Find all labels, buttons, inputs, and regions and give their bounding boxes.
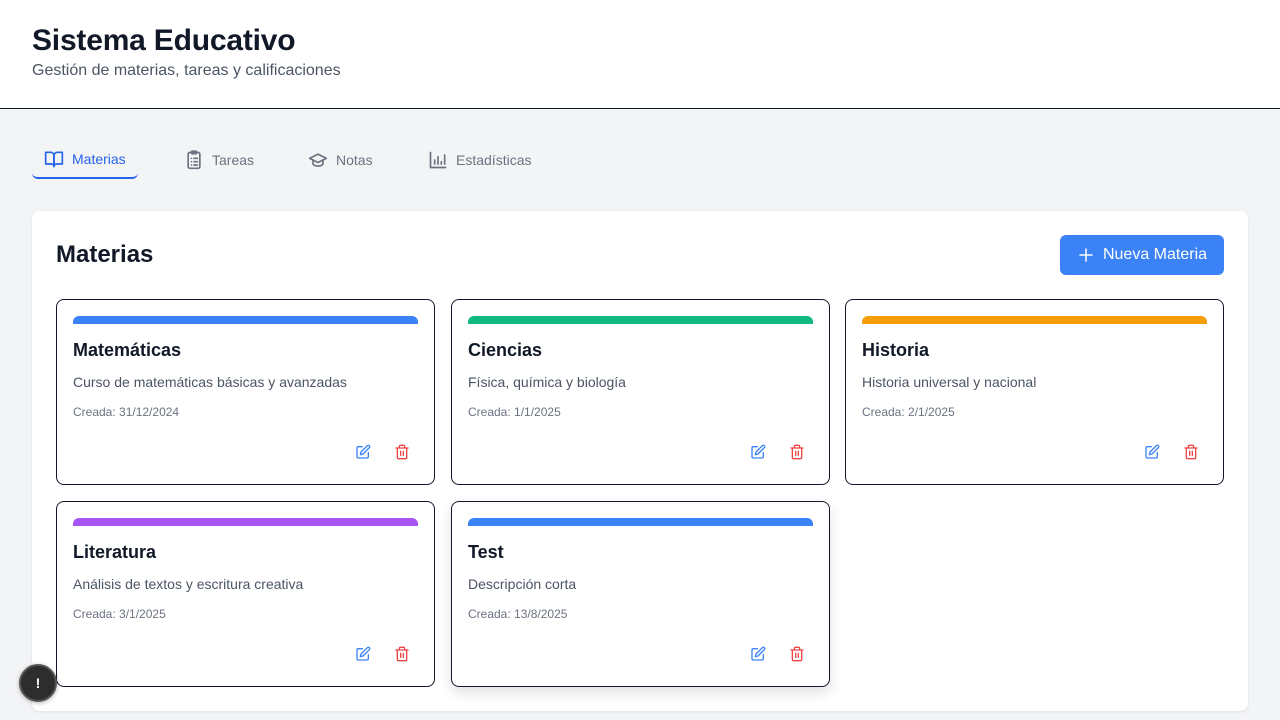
subject-name: Literatura [73, 542, 157, 562]
subject-description: Análisis de textos y escritura creativa [73, 576, 304, 592]
delete-button[interactable] [392, 442, 412, 462]
subject-description: Física, química y biología [468, 374, 626, 390]
subject-color-bar [73, 518, 418, 526]
trash-icon [789, 444, 805, 460]
graduation-cap-icon [308, 150, 328, 170]
bar-chart-icon [428, 150, 448, 170]
help-button[interactable]: ! [19, 664, 57, 702]
panel-title: Materias [56, 241, 154, 268]
subject-color-bar [73, 316, 418, 324]
edit-icon [750, 646, 766, 662]
subject-card: Matemáticas Curso de matemáticas básicas… [56, 299, 435, 485]
subject-card: Historia Historia universal y nacional C… [845, 299, 1224, 485]
subject-name: Test [468, 542, 504, 562]
new-subject-label: Nueva Materia [1102, 246, 1208, 263]
delete-button[interactable] [787, 442, 807, 462]
edit-button[interactable] [353, 644, 373, 664]
tab-label: Notas [336, 151, 373, 168]
edit-icon [355, 444, 371, 460]
plus-icon [1077, 246, 1095, 264]
trash-icon [394, 444, 410, 460]
edit-icon [750, 444, 766, 460]
edit-icon [355, 646, 371, 662]
app-title: Sistema Educativo [32, 24, 296, 57]
subject-created-date: Creada: 31/12/2024 [73, 405, 180, 419]
subject-description: Historia universal y nacional [862, 374, 1037, 390]
tab-materias[interactable]: Materias [32, 140, 138, 179]
edit-button[interactable] [748, 442, 768, 462]
app-subtitle: Gestión de materias, tareas y calificaci… [32, 62, 341, 79]
edit-button[interactable] [748, 644, 768, 664]
new-subject-button[interactable]: Nueva Materia [1060, 235, 1224, 275]
subject-color-bar [468, 316, 813, 324]
subject-card: Ciencias Física, química y biología Crea… [451, 299, 830, 485]
book-open-icon [44, 149, 64, 169]
exclamation-icon: ! [35, 675, 41, 691]
tab-notas[interactable]: Notas [296, 140, 385, 179]
trash-icon [394, 646, 410, 662]
tab-tareas[interactable]: Tareas [172, 140, 266, 179]
subject-name: Matemáticas [73, 340, 182, 360]
subject-description: Descripción corta [468, 576, 577, 592]
delete-button[interactable] [787, 644, 807, 664]
tab-label: Tareas [212, 151, 255, 168]
clipboard-list-icon [184, 149, 204, 170]
subject-created-date: Creada: 3/1/2025 [73, 607, 166, 621]
trash-icon [789, 646, 805, 662]
subject-created-date: Creada: 13/8/2025 [468, 607, 568, 621]
tab-estadisticas[interactable]: Estadísticas [416, 140, 543, 179]
edit-button[interactable] [353, 442, 373, 462]
subject-created-date: Creada: 2/1/2025 [862, 405, 955, 419]
subject-color-bar [862, 316, 1207, 324]
subject-name: Ciencias [468, 340, 543, 360]
delete-button[interactable] [392, 644, 412, 664]
subject-card: Literatura Análisis de textos y escritur… [56, 501, 435, 687]
subject-name: Historia [862, 340, 930, 360]
subject-color-bar [468, 518, 813, 526]
app-header: Sistema Educativo Gestión de materias, t… [0, 0, 1280, 109]
subject-created-date: Creada: 1/1/2025 [468, 405, 561, 419]
tab-label: Materias [72, 150, 126, 167]
subjects-panel: Materias Nueva Materia Matemáticas Curso… [32, 211, 1248, 711]
subject-card: Test Descripción corta Creada: 13/8/2025 [451, 501, 830, 687]
edit-button[interactable] [1142, 442, 1162, 462]
subject-description: Curso de matemáticas básicas y avanzadas [73, 374, 347, 390]
edit-icon [1144, 444, 1160, 460]
delete-button[interactable] [1181, 442, 1201, 462]
trash-icon [1183, 444, 1199, 460]
tab-label: Estadísticas [456, 151, 532, 168]
